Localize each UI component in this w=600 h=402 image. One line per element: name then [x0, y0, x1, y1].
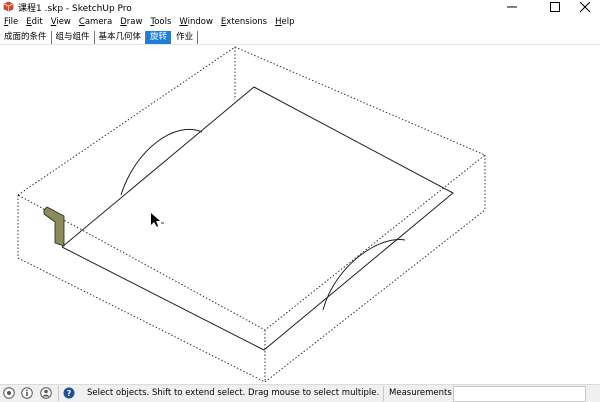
user-icon[interactable] [40, 387, 52, 399]
minimize-icon [507, 6, 517, 8]
model-canvas[interactable] [0, 46, 600, 383]
close-icon [580, 2, 590, 12]
status-bar: ? Select objects. Shift to extend select… [0, 384, 600, 402]
scene-tab-bar: 成面的条件 组与组件 基本几何体 旋转 作业 [0, 30, 600, 45]
molding-profile[interactable] [43, 206, 65, 247]
geolocation-icon[interactable] [3, 387, 15, 399]
scene-tab-5[interactable]: 作业 [172, 30, 199, 44]
selection-bounding-box [17, 46, 486, 383]
title-bar: 课程1 .skp - SketchUp Pro [0, 0, 600, 14]
maximize-icon [550, 2, 560, 12]
menu-bar: File Edit View Camera Draw Tools Window … [0, 15, 600, 28]
measurements-input[interactable] [453, 386, 586, 402]
menu-help[interactable]: Help [271, 17, 298, 27]
help-icon[interactable]: ? [63, 387, 75, 399]
menu-draw[interactable]: Draw [116, 17, 146, 27]
scene-tab-2[interactable]: 组与组件 [52, 30, 95, 44]
model-viewport[interactable] [0, 46, 600, 383]
credits-icon[interactable] [21, 387, 33, 399]
model-face-outline [61, 86, 454, 351]
status-message: Select objects. Shift to extend select. … [87, 388, 380, 398]
menu-edit[interactable]: Edit [22, 17, 46, 27]
scene-tab-4[interactable]: 旋转 [146, 30, 172, 44]
menu-window[interactable]: Window [175, 17, 217, 27]
menu-file[interactable]: File [0, 17, 22, 27]
menu-tools[interactable]: Tools [146, 17, 175, 27]
status-separator [58, 386, 59, 401]
menu-extensions[interactable]: Extensions [217, 17, 271, 27]
status-separator [383, 386, 384, 401]
minimize-button[interactable] [497, 0, 527, 14]
measurements-label: Measurements [389, 388, 452, 398]
svg-text:?: ? [67, 389, 72, 398]
scene-tab-3[interactable]: 基本几何体 [95, 30, 147, 44]
window-title: 课程1 .skp - SketchUp Pro [18, 4, 132, 14]
menu-view[interactable]: View [47, 17, 75, 27]
scene-tab-1[interactable]: 成面的条件 [0, 30, 52, 44]
arrow-cursor-icon [151, 213, 164, 227]
sketchup-app-icon[interactable] [3, 1, 14, 12]
menu-camera[interactable]: Camera [75, 17, 116, 27]
close-button[interactable] [570, 0, 600, 14]
maximize-button[interactable] [540, 0, 570, 14]
